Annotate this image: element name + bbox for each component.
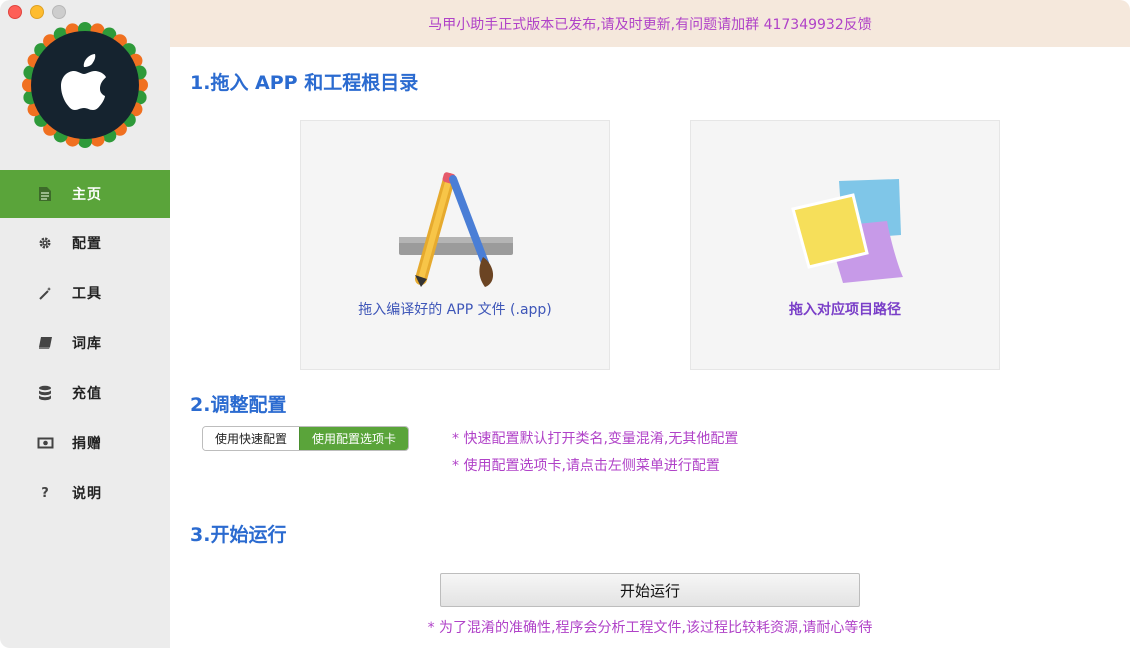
run-note: * 为了混淆的准确性,程序会分析工程文件,该过程比较耗资源,请耐心等待 — [427, 620, 873, 636]
sidebar-item-recharge[interactable]: 充值 — [0, 368, 170, 418]
sidebar-item-tools[interactable]: 工具 — [0, 268, 170, 318]
sidebar-item-home[interactable]: 主页 — [0, 170, 170, 218]
sidebar-item-label: 工具 — [72, 286, 102, 302]
minimize-window-button[interactable] — [30, 5, 44, 19]
magic-wand-icon — [30, 286, 60, 301]
app-drop-label: 拖入编译好的 APP 文件 (.app) — [358, 302, 552, 318]
app-drop-zone[interactable]: 拖入编译好的 APP 文件 (.app) — [300, 120, 610, 370]
sidebar-item-label: 主页 — [72, 187, 102, 203]
sidebar-item-label: 词库 — [72, 336, 102, 352]
database-icon — [30, 385, 60, 401]
gear-icon — [30, 236, 60, 250]
book-icon — [30, 336, 60, 350]
config-note-1: * 快速配置默认打开类名,变量混淆,无其他配置 — [452, 431, 739, 447]
sidebar: 主页 配置 工具 词库 充值 捐赠 ? 说明 — [0, 0, 170, 648]
config-mode-segmented-control: 使用快速配置 使用配置选项卡 — [202, 426, 410, 451]
sticky-notes-icon — [791, 179, 903, 283]
section1-title: 1.拖入 APP 和工程根目录 — [190, 72, 419, 94]
sidebar-item-label: 配置 — [72, 236, 102, 252]
document-icon — [30, 186, 60, 202]
section2-title: 2.调整配置 — [190, 394, 287, 416]
zoom-window-button[interactable] — [52, 5, 66, 19]
xcode-app-icon — [399, 172, 513, 287]
close-window-button[interactable] — [8, 5, 22, 19]
window-controls — [8, 5, 66, 19]
sidebar-item-help[interactable]: ? 说明 — [0, 468, 170, 518]
sidebar-nav: 主页 配置 工具 词库 充值 捐赠 ? 说明 — [0, 170, 170, 518]
money-icon — [30, 437, 60, 449]
config-note-2: * 使用配置选项卡,请点击左侧菜单进行配置 — [452, 458, 720, 474]
quick-config-segment[interactable]: 使用快速配置 — [203, 427, 300, 450]
config-tab-segment[interactable]: 使用配置选项卡 — [299, 427, 409, 450]
section3-title: 3.开始运行 — [190, 524, 287, 546]
sidebar-item-config[interactable]: 配置 — [0, 218, 170, 268]
question-icon: ? — [41, 485, 49, 501]
apple-logo-badge — [22, 22, 148, 148]
banner-text: 马甲小助手正式版本已发布,请及时更新,有问题请加群 417349932反馈 — [428, 16, 872, 33]
project-drop-label: 拖入对应项目路径 — [789, 302, 901, 318]
sidebar-item-dictionary[interactable]: 词库 — [0, 318, 170, 368]
sidebar-item-donate[interactable]: 捐赠 — [0, 418, 170, 468]
project-drop-zone[interactable]: 拖入对应项目路径 — [690, 120, 1000, 370]
app-window: 主页 配置 工具 词库 充值 捐赠 ? 说明 马甲小助手正式版本已发布,请及时更… — [0, 0, 1130, 648]
sidebar-item-label: 说明 — [72, 486, 102, 502]
start-run-button[interactable]: 开始运行 — [440, 573, 860, 607]
announcement-banner: 马甲小助手正式版本已发布,请及时更新,有问题请加群 417349932反馈 — [170, 0, 1130, 47]
sidebar-item-label: 捐赠 — [72, 436, 102, 452]
sidebar-item-label: 充值 — [72, 386, 102, 402]
